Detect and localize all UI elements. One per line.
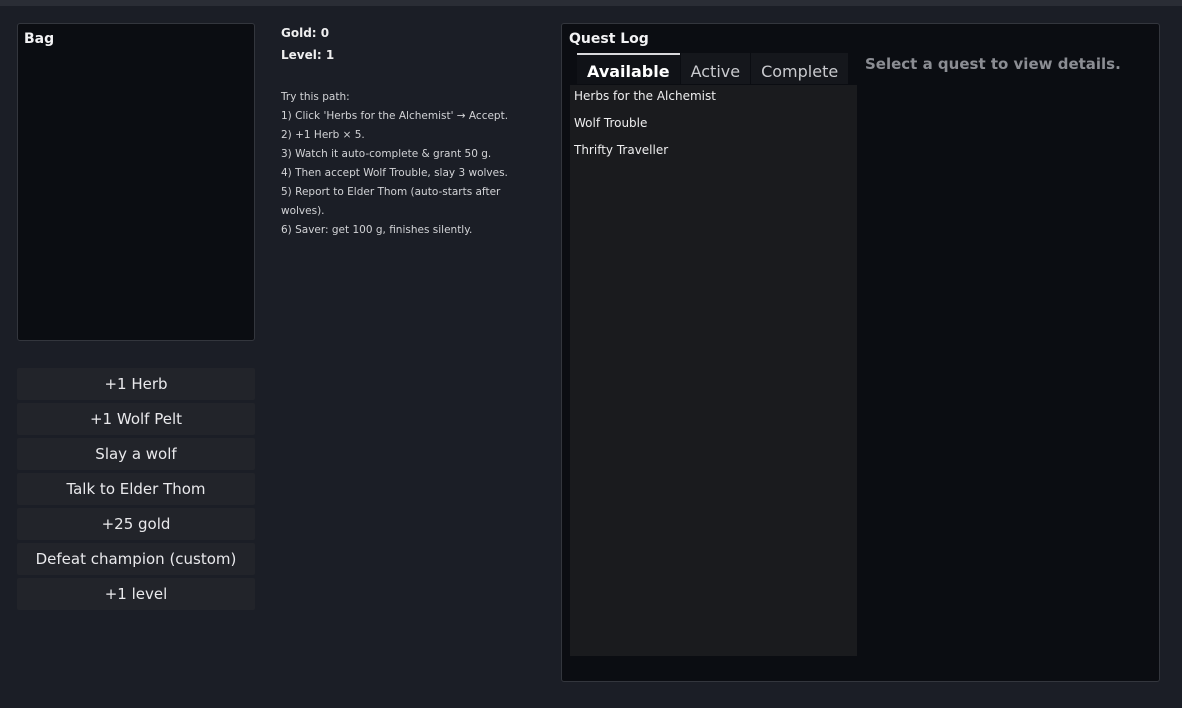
tab-active[interactable]: Active bbox=[680, 53, 751, 84]
add-gold-button[interactable]: +25 gold bbox=[17, 508, 255, 540]
quest-item-thrifty-traveller[interactable]: Thrifty Traveller bbox=[570, 139, 857, 166]
hint-step: 1) Click 'Herbs for the Alchemist' → Acc… bbox=[281, 110, 509, 122]
stats-panel: Gold: 0 Level: 1 bbox=[281, 25, 334, 69]
add-level-button[interactable]: +1 level bbox=[17, 578, 255, 610]
tab-available[interactable]: Available bbox=[577, 53, 680, 84]
slay-wolf-button[interactable]: Slay a wolf bbox=[17, 438, 255, 470]
bag-panel: Bag bbox=[17, 23, 255, 341]
quest-log-panel: Quest Log Available Active Complete Herb… bbox=[561, 23, 1160, 682]
level-counter: Level: 1 bbox=[281, 48, 335, 62]
quest-log-title: Quest Log bbox=[569, 31, 649, 47]
hint-heading: Try this path: bbox=[281, 91, 350, 103]
bag-title: Bag bbox=[24, 31, 55, 47]
hint-step: 2) +1 Herb × 5. bbox=[281, 129, 365, 141]
add-herb-button[interactable]: +1 Herb bbox=[17, 368, 255, 400]
hint-step: 5) Report to Elder Thom (auto-starts aft… bbox=[281, 186, 501, 198]
talk-elder-thom-button[interactable]: Talk to Elder Thom bbox=[17, 473, 255, 505]
tab-complete[interactable]: Complete bbox=[751, 53, 849, 84]
hint-step: 3) Watch it auto-complete & grant 50 g. bbox=[281, 148, 492, 160]
quest-list: Herbs for the Alchemist Wolf Trouble Thr… bbox=[570, 85, 857, 656]
quest-tabs: Available Active Complete bbox=[577, 53, 849, 84]
action-buttons: +1 Herb +1 Wolf Pelt Slay a wolf Talk to… bbox=[17, 368, 255, 613]
gold-counter: Gold: 0 bbox=[281, 26, 330, 40]
add-wolf-pelt-button[interactable]: +1 Wolf Pelt bbox=[17, 403, 255, 435]
top-bar bbox=[0, 0, 1182, 6]
hint-step: 6) Saver: get 100 g, finishes silently. bbox=[281, 224, 473, 236]
quest-details-placeholder: Select a quest to view details. bbox=[865, 55, 1121, 73]
defeat-champion-button[interactable]: Defeat champion (custom) bbox=[17, 543, 255, 575]
quest-item-herbs-for-the-alchemist[interactable]: Herbs for the Alchemist bbox=[570, 85, 857, 112]
hint-panel: Try this path: 1) Click 'Herbs for the A… bbox=[281, 88, 521, 240]
hint-step: wolves). bbox=[281, 205, 325, 217]
hint-step: 4) Then accept Wolf Trouble, slay 3 wolv… bbox=[281, 167, 508, 179]
quest-item-wolf-trouble[interactable]: Wolf Trouble bbox=[570, 112, 857, 139]
